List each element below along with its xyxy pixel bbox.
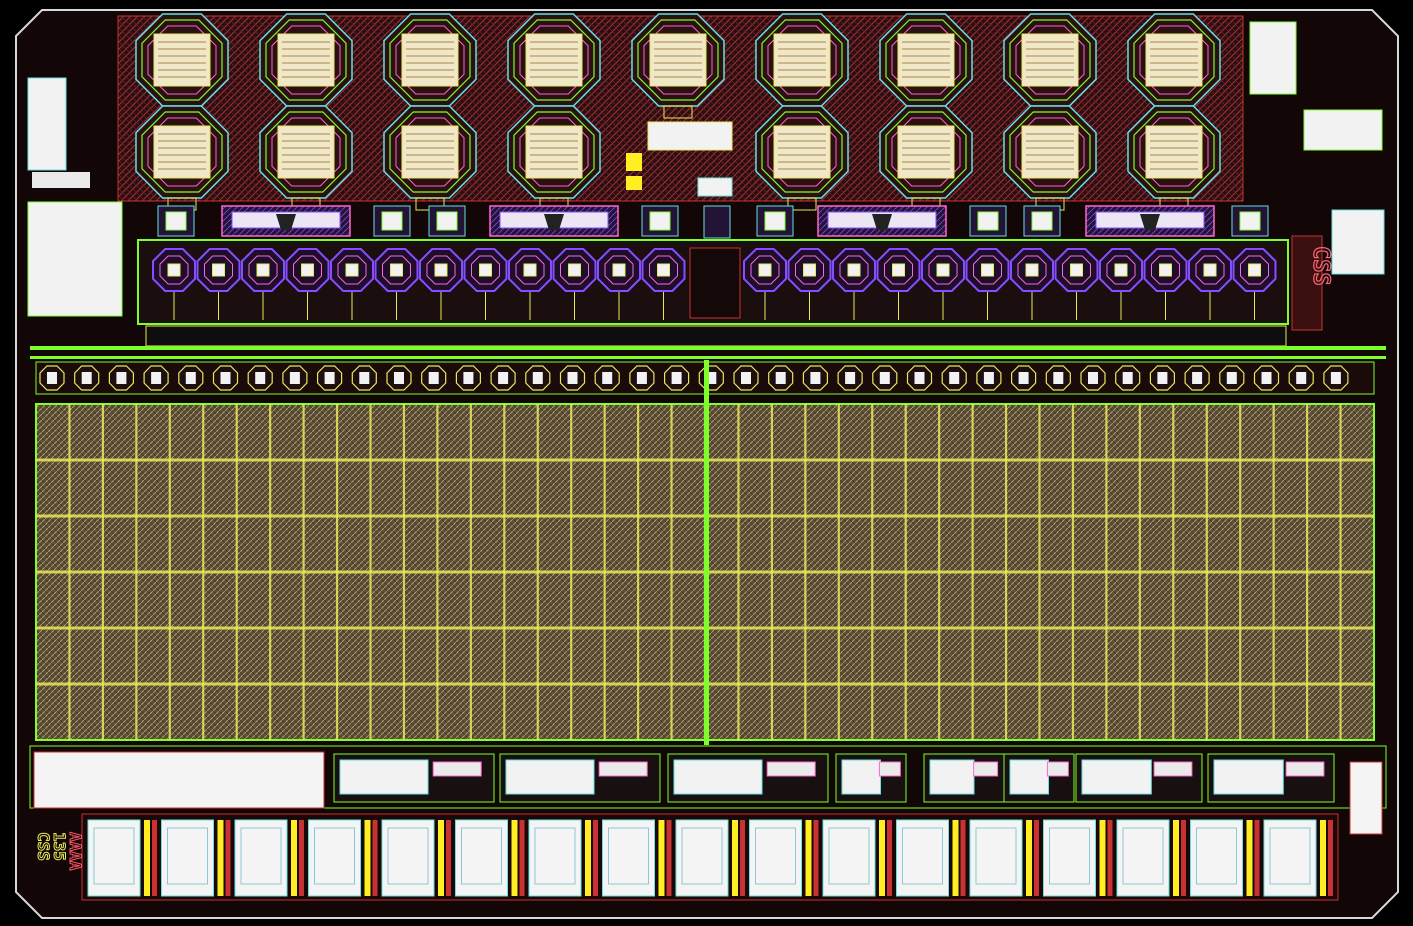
bottom-pad-block bbox=[1190, 819, 1260, 897]
small-pad bbox=[1115, 365, 1141, 391]
small-pad bbox=[872, 365, 898, 391]
mid-wide-cell bbox=[1085, 205, 1215, 237]
bottom-pad-block bbox=[1263, 819, 1333, 897]
small-pad bbox=[594, 365, 620, 391]
left-block-a bbox=[27, 77, 67, 171]
peripheral-block bbox=[499, 753, 661, 803]
bus-green-2 bbox=[30, 356, 1386, 359]
small-pad bbox=[1149, 365, 1176, 391]
small-pad bbox=[74, 365, 100, 391]
small-pad bbox=[733, 365, 759, 391]
small-pad bbox=[39, 365, 65, 391]
bottom-pad-block bbox=[675, 819, 745, 897]
bottom-pad-block bbox=[161, 819, 231, 897]
small-pad bbox=[837, 365, 863, 391]
bottom-pad-block bbox=[1116, 819, 1186, 897]
small-pad bbox=[490, 365, 516, 391]
small-pad bbox=[1184, 365, 1210, 391]
small-pad bbox=[212, 365, 239, 391]
bottom-pad-block bbox=[87, 819, 157, 897]
small-pad bbox=[1253, 365, 1280, 391]
mid-small-cell bbox=[157, 205, 195, 237]
peripheral-block bbox=[923, 753, 1005, 803]
bottom-pad-block bbox=[602, 819, 672, 897]
small-pad bbox=[455, 365, 481, 391]
logo-right-text: CSS bbox=[1308, 246, 1333, 286]
peripheral-block bbox=[1003, 753, 1075, 803]
mid-wide-cell bbox=[221, 205, 351, 237]
small-pad bbox=[178, 365, 204, 391]
mid-small-cell bbox=[969, 205, 1007, 237]
small-pad bbox=[247, 365, 273, 391]
small-pad bbox=[663, 365, 690, 391]
bottom-pad-block bbox=[528, 819, 598, 897]
small-pad bbox=[1080, 365, 1106, 391]
purple-band-center bbox=[689, 247, 741, 319]
bottom-pad-block bbox=[381, 819, 451, 897]
small-pad bbox=[282, 365, 308, 391]
peripheral-right bbox=[1349, 761, 1383, 835]
small-pad bbox=[1219, 365, 1245, 391]
small-pad bbox=[1045, 365, 1071, 391]
small-pad bbox=[108, 365, 134, 391]
mid-wide-cell bbox=[489, 205, 619, 237]
bottom-block-row bbox=[87, 819, 1333, 897]
yellow-marker-a bbox=[626, 153, 642, 171]
right-block-c bbox=[1331, 209, 1385, 275]
small-pad bbox=[317, 365, 343, 391]
right-block-b bbox=[1303, 109, 1383, 151]
mid-small-cell bbox=[756, 205, 794, 237]
right-block-a bbox=[1249, 21, 1297, 95]
small-pad bbox=[941, 365, 967, 391]
small-pad bbox=[1288, 365, 1314, 391]
small-pad bbox=[421, 365, 447, 391]
peripheral-block bbox=[1075, 753, 1203, 803]
small-pad bbox=[1010, 365, 1037, 391]
bottom-pad-block bbox=[896, 819, 966, 897]
peripheral-block bbox=[835, 753, 907, 803]
small-pad bbox=[976, 365, 1002, 391]
bus-line-top bbox=[145, 325, 1287, 347]
mid-small-cell bbox=[641, 205, 679, 237]
mid-small-cell bbox=[1231, 205, 1269, 237]
small-pad bbox=[1323, 365, 1349, 391]
small-pad bbox=[768, 365, 794, 391]
bottom-pad-block bbox=[822, 819, 892, 897]
small-pad bbox=[351, 365, 377, 391]
mid-small-cell bbox=[373, 205, 411, 237]
bottom-pad-block bbox=[308, 819, 378, 897]
mid-small-cell bbox=[428, 205, 466, 237]
small-pad bbox=[559, 365, 586, 391]
array-divider bbox=[704, 360, 709, 745]
yellow-marker-b bbox=[626, 176, 642, 190]
bottom-pad-block bbox=[1043, 819, 1113, 897]
small-pad bbox=[386, 365, 412, 391]
peripheral-block bbox=[1207, 753, 1335, 803]
center-block bbox=[647, 121, 733, 151]
peripheral-block bbox=[333, 753, 495, 803]
bus-green bbox=[30, 346, 1386, 350]
bottom-pad-block bbox=[455, 819, 525, 897]
bottom-pad-block bbox=[749, 819, 819, 897]
bottom-pad-block bbox=[969, 819, 1039, 897]
left-block-c bbox=[32, 172, 90, 188]
mid-wide-cell bbox=[817, 205, 947, 237]
peripheral-white bbox=[33, 751, 325, 809]
left-block-b bbox=[27, 201, 123, 317]
block-letters-text: AAAA bbox=[66, 832, 85, 871]
chip-layout: CSS CSS 135 AAAA bbox=[15, 9, 1399, 919]
small-pad bbox=[802, 365, 829, 391]
small-pad bbox=[906, 365, 933, 391]
small-pad bbox=[629, 365, 655, 391]
mid-small-cell bbox=[1023, 205, 1061, 237]
small-pad bbox=[698, 365, 724, 391]
small-pad bbox=[525, 365, 551, 391]
peripheral-block bbox=[667, 753, 829, 803]
bottom-pad-block bbox=[234, 819, 304, 897]
small-pad bbox=[143, 365, 169, 391]
